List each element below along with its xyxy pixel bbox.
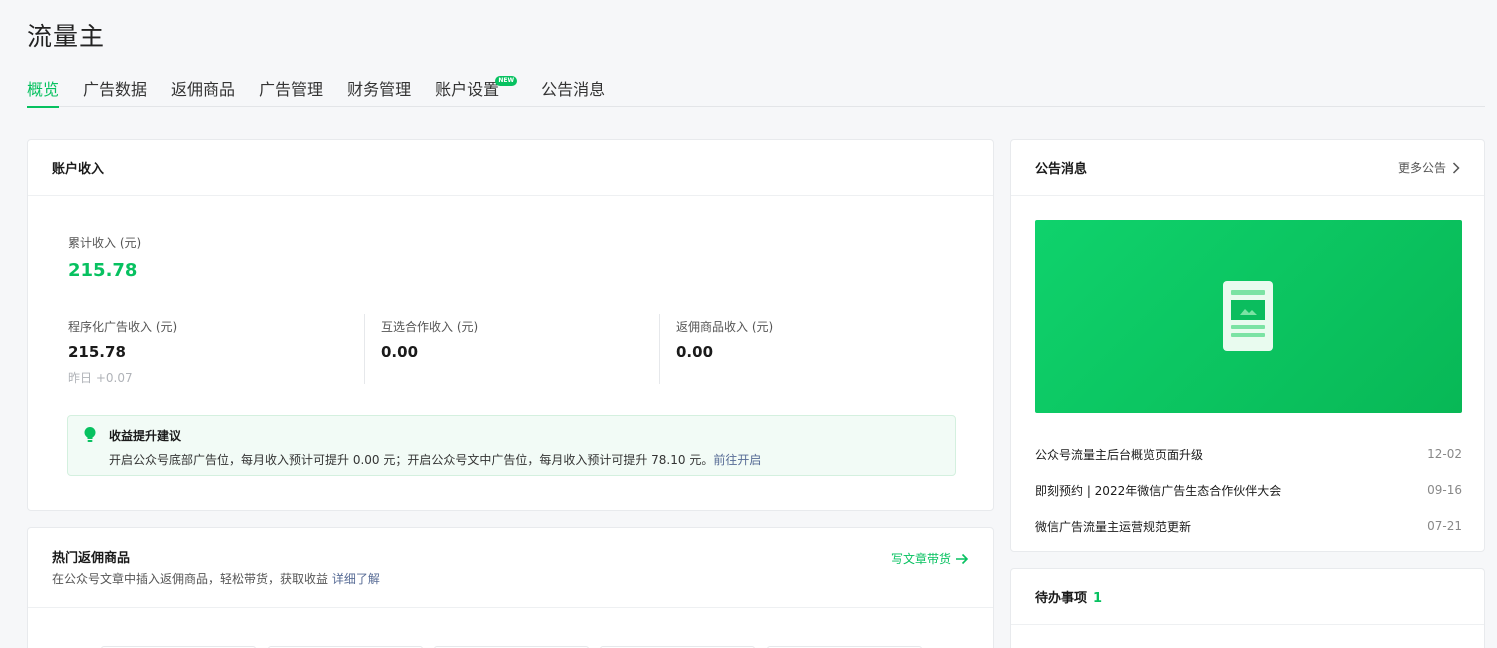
income-item-mutual-selection: 互选合作收入 (元) 0.00 — [364, 314, 659, 384]
income-card: 账户收入 累计收入 (元) 215.78 程序化广告收入 (元) 215.78 … — [27, 139, 994, 511]
income-item-value: 0.00 — [676, 343, 714, 361]
lightbulb-icon — [84, 427, 96, 442]
income-item-value: 215.78 — [68, 343, 126, 361]
arrow-right-icon — [956, 553, 969, 564]
total-income-label: 累计收入 (元) — [68, 236, 142, 250]
income-item-label: 程序化广告收入 (元) — [68, 320, 178, 334]
page-title: 流量主 — [27, 22, 106, 51]
income-item-commission: 返佣商品收入 (元) 0.00 — [659, 314, 954, 384]
hot-products-card: 热门返佣商品 在公众号文章中插入返佣商品，轻松带货，获取收益 详细了解 写文章带… — [27, 527, 994, 648]
income-item-label: 返佣商品收入 (元) — [676, 320, 774, 334]
tab-ad-management[interactable]: 广告管理 — [259, 70, 323, 107]
income-item-value: 0.00 — [381, 343, 419, 361]
announcement-title: 公众号流量主后台概览页面升级 — [1035, 447, 1204, 462]
document-icon — [1223, 281, 1273, 351]
more-announcements-link[interactable]: 更多公告 — [1398, 159, 1460, 176]
write-article-label: 写文章带货 — [890, 552, 951, 566]
revenue-tip-box: 收益提升建议 开启公众号底部广告位，每月收入预计可提升 0.00 元；开启公众号… — [67, 415, 956, 476]
todo-count: 1 — [1093, 591, 1103, 606]
hot-products-subtitle-text: 在公众号文章中插入返佣商品，轻松带货，获取收益 — [52, 572, 329, 586]
todo-card: 待办事项 1 — [1010, 568, 1485, 648]
hot-products-header: 热门返佣商品 在公众号文章中插入返佣商品，轻松带货，获取收益 详细了解 写文章带… — [28, 528, 993, 608]
income-card-title: 账户收入 — [52, 162, 105, 177]
hot-products-title: 热门返佣商品 — [52, 551, 131, 566]
revenue-tip-title: 收益提升建议 — [109, 429, 182, 443]
write-article-button[interactable]: 写文章带货 — [891, 550, 969, 567]
todo-title-row: 待办事项 1 — [1035, 587, 1102, 606]
hot-products-subtitle: 在公众号文章中插入返佣商品，轻松带货，获取收益 详细了解 — [52, 570, 380, 587]
revenue-tip-text: 开启公众号底部广告位，每月收入预计可提升 0.00 元；开启公众号文中广告位，每… — [109, 453, 714, 467]
announcement-list: 公众号流量主后台概览页面升级 12-02 即刻预约 | 2022年微信广告生态合… — [1035, 436, 1462, 544]
todo-title: 待办事项 — [1035, 591, 1088, 606]
tab-commission-products[interactable]: 返佣商品 — [171, 70, 235, 107]
total-income-value: 215.78 — [68, 260, 138, 281]
enable-ad-slots-link[interactable]: 前往开启 — [713, 453, 761, 467]
income-item-note: 昨日 +0.07 — [68, 371, 133, 385]
chevron-right-icon — [1452, 161, 1460, 174]
announcement-title: 即刻预约 | 2022年微信广告生态合作伙伴大会 — [1035, 483, 1282, 498]
tab-overview[interactable]: 概览 — [27, 70, 60, 108]
announcement-title: 微信广告流量主运营规范更新 — [1035, 519, 1192, 534]
more-announcements-label: 更多公告 — [1397, 161, 1446, 175]
income-card-header: 账户收入 — [28, 140, 993, 196]
announcements-title: 公告消息 — [1035, 162, 1088, 177]
announcement-item[interactable]: 即刻预约 | 2022年微信广告生态合作伙伴大会 09-16 — [1035, 472, 1462, 508]
tab-finance[interactable]: 财务管理 — [347, 70, 411, 107]
new-badge: NEW — [495, 76, 518, 86]
tab-account-settings[interactable]: 账户设置 NEW — [435, 70, 518, 107]
announcements-card: 公告消息 更多公告 公众号流量主后台概览页面升级 12-02 即刻预约 | 20… — [1010, 139, 1485, 552]
learn-more-link[interactable]: 详细了解 — [332, 572, 380, 586]
tab-ad-data[interactable]: 广告数据 — [83, 70, 147, 107]
announcement-date: 12-02 — [1427, 447, 1462, 461]
tab-account-settings-label: 账户设置 — [435, 80, 500, 99]
announcements-header: 公告消息 更多公告 — [1011, 140, 1484, 196]
todo-header: 待办事项 1 — [1011, 569, 1484, 625]
announcement-date: 09-16 — [1427, 483, 1462, 497]
tab-announcements[interactable]: 公告消息 — [541, 70, 605, 107]
announcement-date: 07-21 — [1427, 519, 1462, 533]
announcement-banner[interactable] — [1035, 220, 1462, 413]
revenue-tip-text-row: 开启公众号底部广告位，每月收入预计可提升 0.00 元；开启公众号文中广告位，每… — [109, 451, 761, 468]
announcement-item[interactable]: 微信广告流量主运营规范更新 07-21 — [1035, 508, 1462, 544]
tab-bar: 概览 广告数据 返佣商品 广告管理 财务管理 账户设置 NEW 公告消息 — [27, 70, 1485, 108]
announcement-item[interactable]: 公众号流量主后台概览页面升级 12-02 — [1035, 436, 1462, 472]
income-item-label: 互选合作收入 (元) — [381, 320, 479, 334]
income-item-programmatic: 程序化广告收入 (元) 215.78 昨日 +0.07 — [68, 314, 363, 385]
